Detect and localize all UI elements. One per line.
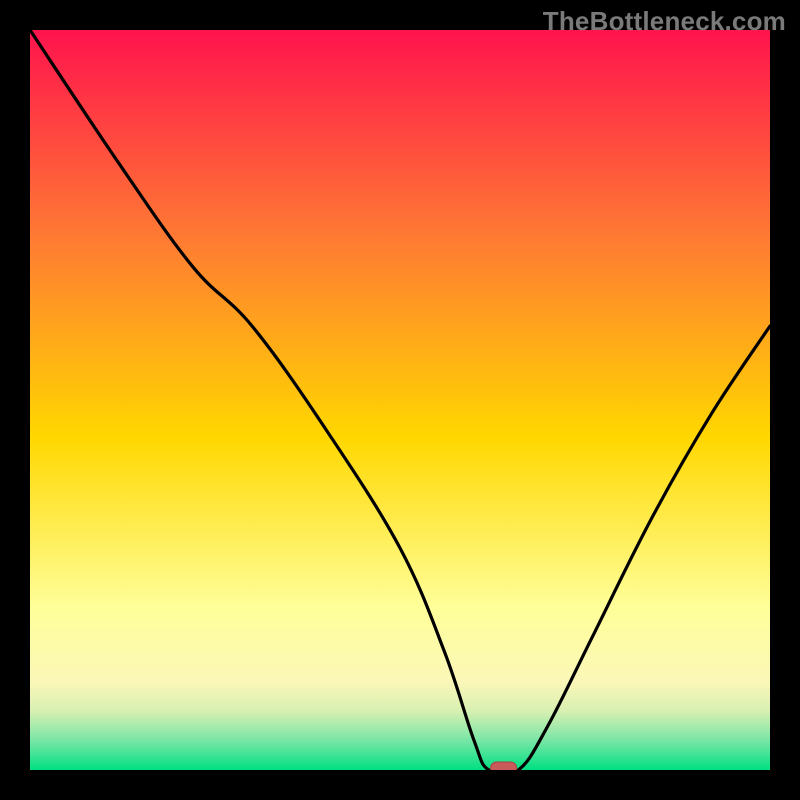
gradient-background: [30, 30, 770, 770]
optimal-marker: [491, 762, 517, 770]
chart-svg: [30, 30, 770, 770]
chart-frame: TheBottleneck.com: [0, 0, 800, 800]
watermark-text: TheBottleneck.com: [543, 6, 786, 37]
plot-area: [30, 30, 770, 770]
